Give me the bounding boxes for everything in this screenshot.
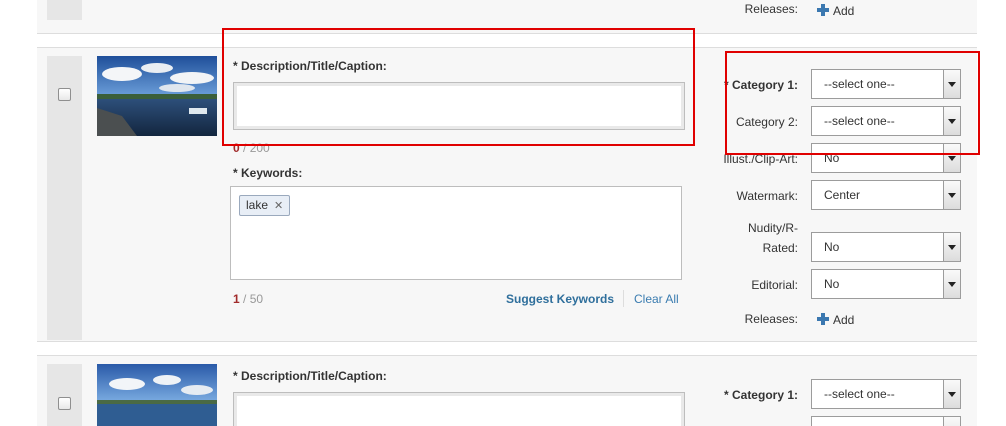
add-icon[interactable] — [817, 4, 829, 16]
chevron-down-icon — [943, 380, 960, 408]
chevron-down-icon — [943, 270, 960, 298]
photo-upload-form: Releases: Add * Description/Title/Captio… — [0, 0, 1006, 426]
add-release-link[interactable]: Add — [833, 313, 854, 327]
nudity-select[interactable]: No — [811, 232, 961, 262]
row-gutter — [47, 364, 82, 426]
link-divider — [623, 290, 624, 307]
description-input[interactable] — [233, 392, 685, 426]
category1-label: * Category 1: — [723, 388, 798, 402]
nudity-label-line1: Nudity/R- — [747, 221, 798, 235]
watermark-label: Watermark: — [736, 189, 798, 203]
add-icon[interactable] — [817, 313, 829, 325]
releases-label: Releases: — [744, 312, 798, 326]
suggest-keywords-link[interactable]: Suggest Keywords — [506, 292, 614, 306]
watermark-select[interactable]: Center — [811, 180, 961, 210]
chevron-down-icon — [943, 181, 960, 209]
image-thumbnail — [97, 364, 217, 426]
keywords-counter: 1 / 50 — [233, 292, 264, 306]
description-label: * Description/Title/Caption: — [233, 369, 387, 383]
description-highlight-box — [222, 28, 695, 146]
releases-label: Releases: — [744, 2, 798, 16]
nudity-label-line2: Rated: — [762, 241, 798, 255]
select-image-checkbox[interactable] — [58, 88, 71, 101]
clear-all-link[interactable]: Clear All — [634, 292, 679, 306]
keyword-tag[interactable]: lake ✕ — [239, 195, 291, 216]
image-thumbnail — [97, 56, 217, 136]
page-margin — [980, 0, 1006, 426]
keywords-input[interactable]: lake ✕ — [230, 186, 682, 280]
image-row-next: * Description/Title/Caption: * Category … — [37, 355, 977, 426]
chevron-down-icon — [943, 233, 960, 261]
editorial-select[interactable]: No — [811, 269, 961, 299]
row-gutter — [47, 0, 82, 20]
category1-select[interactable]: --select one-- — [811, 379, 961, 409]
add-release-link[interactable]: Add — [833, 4, 854, 18]
category2-select[interactable] — [811, 416, 961, 426]
select-image-checkbox[interactable] — [58, 397, 71, 410]
editorial-label: Editorial: — [751, 278, 798, 292]
chevron-down-icon — [943, 417, 960, 426]
remove-tag-icon[interactable]: ✕ — [274, 200, 283, 212]
category-highlight-box — [725, 51, 980, 155]
keywords-label: * Keywords: — [233, 166, 303, 180]
